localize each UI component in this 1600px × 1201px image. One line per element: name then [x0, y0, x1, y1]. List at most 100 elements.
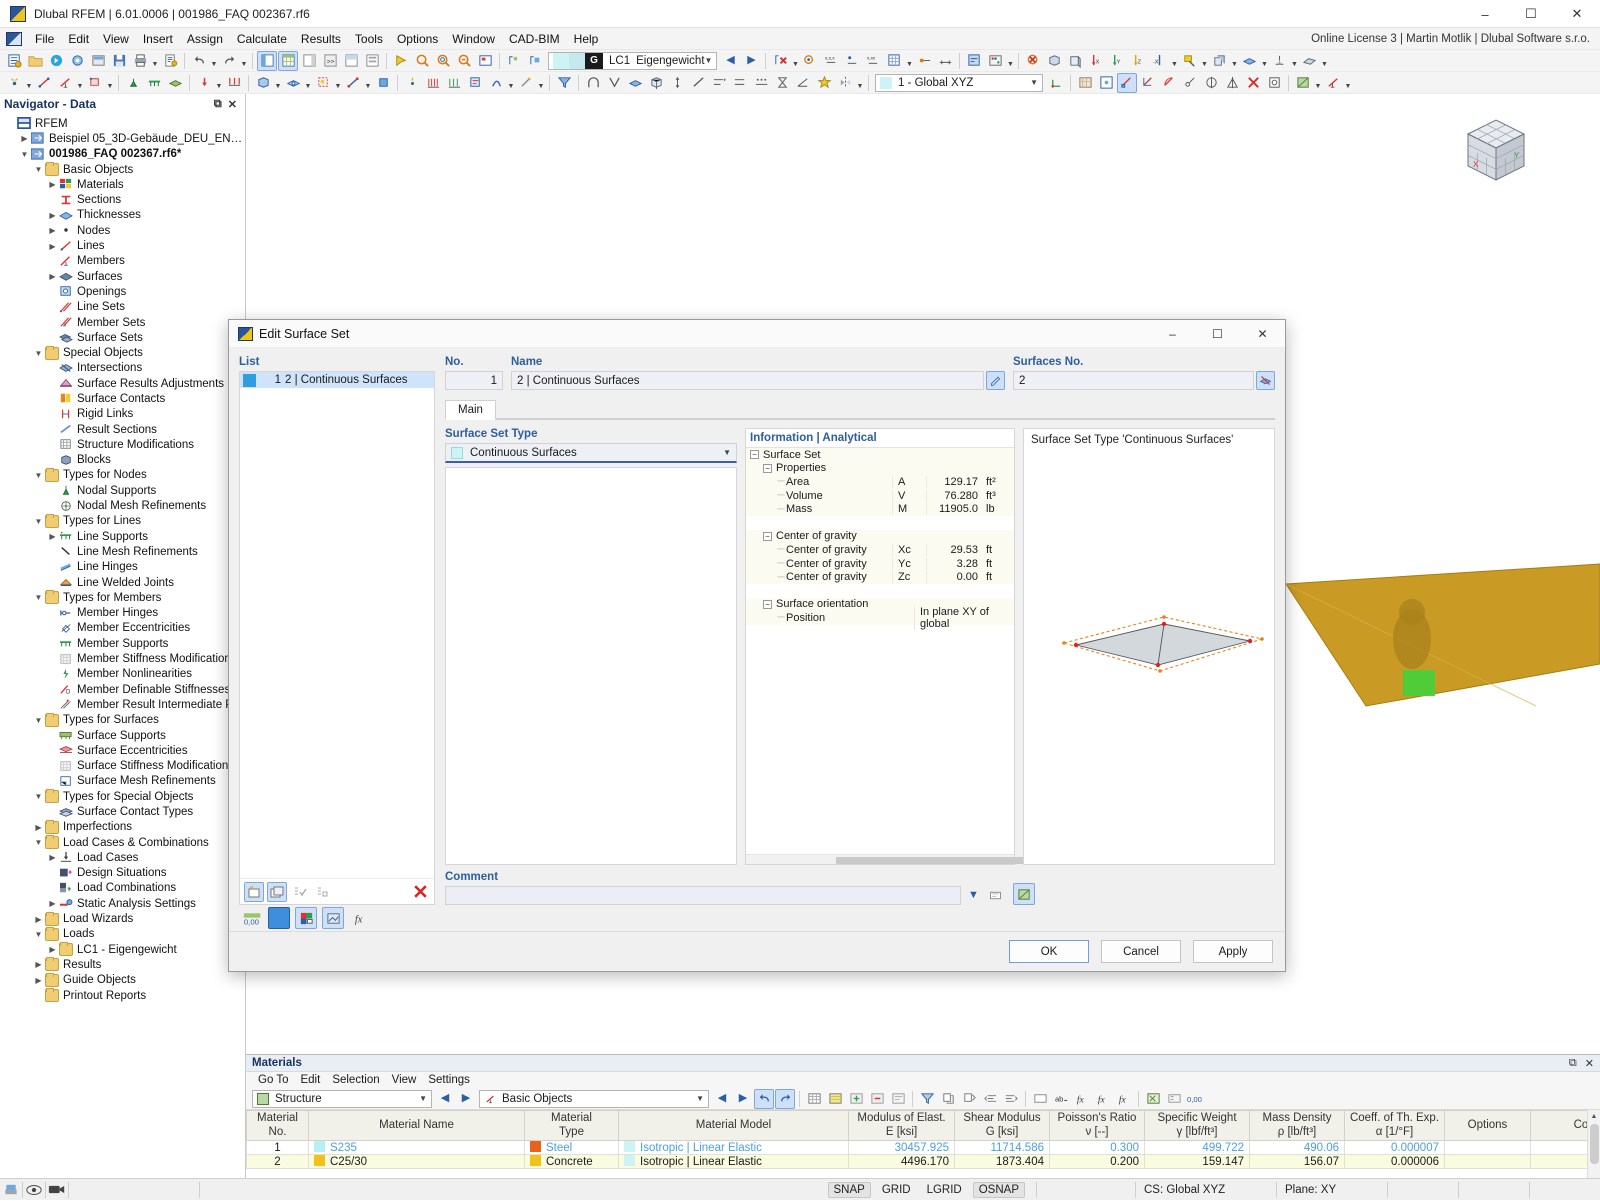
sidebar-toggle-icon[interactable] — [341, 51, 361, 71]
cell-options[interactable] — [1445, 1155, 1531, 1169]
show-panel-icon[interactable] — [299, 51, 319, 71]
col-shear-modulus[interactable]: Shear ModulusG [ksi] — [955, 1111, 1050, 1141]
table-menu-edit[interactable]: Edit — [294, 1073, 326, 1087]
render-wireframe-icon[interactable] — [504, 51, 524, 71]
cell-mass-density[interactable]: 490.06 — [1250, 1141, 1345, 1155]
layers-icon[interactable] — [1209, 51, 1229, 71]
cell-material-no[interactable]: 1 — [247, 1141, 309, 1155]
node-snap-icon[interactable] — [800, 51, 820, 71]
new-surface-icon[interactable] — [85, 73, 105, 93]
line-tool-icon[interactable] — [688, 73, 708, 93]
view-orientation-cube[interactable]: X Y — [1450, 112, 1542, 192]
comment-chevron-down-icon[interactable]: ▼ — [964, 886, 983, 905]
toggle-grid[interactable]: GRID — [877, 1183, 916, 1197]
distribute-icon[interactable] — [730, 73, 750, 93]
col-mass-density[interactable]: Mass Densityρ [lb/ft³] — [1250, 1111, 1345, 1141]
fit-window-icon[interactable] — [475, 51, 495, 71]
node-tool-icon[interactable] — [402, 73, 422, 93]
mesh-dropdown-icon[interactable]: ▼ — [1320, 51, 1328, 71]
dialog-close-button[interactable]: ✕ — [1240, 320, 1285, 348]
filter-rows-icon[interactable] — [917, 1089, 937, 1109]
new-node-dropdown-icon[interactable]: ▼ — [25, 73, 33, 93]
show-navigator-icon[interactable] — [257, 51, 277, 71]
comment-edit-icon[interactable] — [986, 886, 1005, 905]
show-table-icon[interactable] — [278, 51, 298, 71]
cell-coeff-th-exp[interactable]: 0.000007 — [1345, 1141, 1445, 1155]
cell-poissons-ratio[interactable]: 0.300 — [1050, 1141, 1145, 1155]
rigid-link-dropdown-icon[interactable]: ▼ — [364, 73, 372, 93]
information-tree[interactable]: −Surface Set−Properties─AreaA129.17ft²─V… — [746, 448, 1014, 854]
undo-icon[interactable] — [189, 51, 209, 71]
select-cells-icon[interactable] — [1030, 1089, 1050, 1109]
nav-item-lc1-eigengewicht[interactable]: ▶LC1 - Eigengewicht — [0, 942, 245, 957]
menu-item-calculate[interactable]: Calculate — [230, 30, 294, 48]
cell-options[interactable] — [1445, 1141, 1531, 1155]
table-settings-icon[interactable] — [1164, 1089, 1184, 1109]
solid-icon[interactable] — [253, 73, 273, 93]
info-collapse-icon[interactable]: − — [750, 450, 759, 459]
table-panel-undock-icon[interactable]: ⧉ — [1569, 1057, 1577, 1070]
arch-icon[interactable] — [583, 73, 603, 93]
structure-prev-icon[interactable]: ◀ — [435, 1089, 455, 1109]
nav-item-001986-faq-002367-rf6[interactable]: ▼001986_FAQ 002367.rf6* — [0, 147, 245, 162]
col-specific-weight[interactable]: Specific Weightγ [lbf/ft³] — [1145, 1111, 1250, 1141]
objects-next-icon[interactable]: ▶ — [733, 1089, 753, 1109]
nav-item-member-supports[interactable]: Member Supports — [0, 636, 245, 651]
print-dropdown-icon[interactable]: ▼ — [151, 51, 159, 71]
nav-item-surface-eccentricities[interactable]: Surface Eccentricities — [0, 743, 245, 758]
ok-button[interactable]: OK — [1009, 940, 1089, 963]
supports-display-icon[interactable] — [1269, 51, 1289, 71]
toggle-lgrid[interactable]: LGRID — [922, 1183, 967, 1197]
cell-material-type[interactable]: Steel — [525, 1141, 619, 1155]
menu-item-insert[interactable]: Insert — [136, 30, 180, 48]
view-dropdown-icon[interactable]: ▼ — [1170, 51, 1178, 71]
chevron-right-icon[interactable]: ▶ — [46, 226, 59, 235]
select-all-icon[interactable] — [290, 882, 310, 902]
nav-item-blocks[interactable]: Blocks — [0, 453, 245, 468]
view-negx-icon[interactable]: -X — [1149, 51, 1169, 71]
save-icon[interactable] — [109, 51, 129, 71]
intersection-icon[interactable] — [313, 73, 333, 93]
new-member-icon[interactable] — [55, 73, 75, 93]
nav-item-member-hinges[interactable]: Member Hinges — [0, 606, 245, 621]
new-line-icon[interactable] — [34, 73, 54, 93]
copy-row-icon[interactable] — [938, 1089, 958, 1109]
grid-settings-icon[interactable] — [884, 51, 904, 71]
nav-item-members[interactable]: Members — [0, 254, 245, 269]
table-menu-view[interactable]: View — [386, 1073, 423, 1087]
surface-load-icon[interactable] — [444, 73, 464, 93]
table-menu-selection[interactable]: Selection — [326, 1073, 385, 1087]
nav-item-types-for-special-objects[interactable]: ▼Types for Special Objects — [0, 789, 245, 804]
chevron-right-icon[interactable]: ▶ — [46, 945, 59, 954]
fullscreen-icon[interactable] — [362, 51, 382, 71]
grid-scroll-up-icon[interactable]: ▲ — [1588, 1110, 1600, 1123]
copy-surface-set-icon[interactable] — [267, 882, 287, 902]
slope-icon[interactable] — [793, 73, 813, 93]
navigator-close-icon[interactable]: ✕ — [228, 98, 237, 111]
status-camera-icon[interactable] — [46, 1180, 68, 1200]
cut-row-icon[interactable] — [959, 1089, 979, 1109]
cancel-button[interactable]: Cancel — [1101, 940, 1181, 963]
load-case-chevron-down-icon[interactable]: ▼ — [705, 56, 713, 65]
abacus-icon[interactable] — [985, 51, 1005, 71]
chevron-right-icon[interactable]: ▶ — [46, 180, 59, 189]
info-row[interactable]: −Center of gravity — [746, 530, 1014, 544]
grid-scroll-thumb[interactable] — [1590, 1124, 1599, 1164]
block-icon[interactable] — [373, 73, 393, 93]
visibility-settings-icon[interactable] — [295, 907, 317, 929]
indent-icon[interactable] — [1001, 1089, 1021, 1109]
delete-dropdown-icon[interactable]: ▼ — [791, 51, 799, 71]
nav-item-surface-contacts[interactable]: Surface Contacts — [0, 391, 245, 406]
nav-item-line-supports[interactable]: ▶Line Supports — [0, 529, 245, 544]
nav-item-member-sets[interactable]: Member Sets — [0, 315, 245, 330]
insert-row-icon[interactable] — [846, 1089, 866, 1109]
chevron-down-icon[interactable]: ▼ — [32, 471, 45, 480]
nav-item-load-wizards[interactable]: ▶Load Wizards — [0, 911, 245, 926]
grid-dropdown-icon[interactable]: ▼ — [905, 51, 913, 71]
nodal-load-icon[interactable] — [194, 73, 214, 93]
layers-dropdown-icon[interactable]: ▼ — [1230, 51, 1238, 71]
open-recent-icon[interactable] — [88, 51, 108, 71]
list-box[interactable]: 12 | Continuous Surfaces — [239, 371, 435, 905]
cell-modulus-elast[interactable]: 4496.170 — [849, 1155, 955, 1169]
nav-item-nodes[interactable]: ▶Nodes — [0, 223, 245, 238]
